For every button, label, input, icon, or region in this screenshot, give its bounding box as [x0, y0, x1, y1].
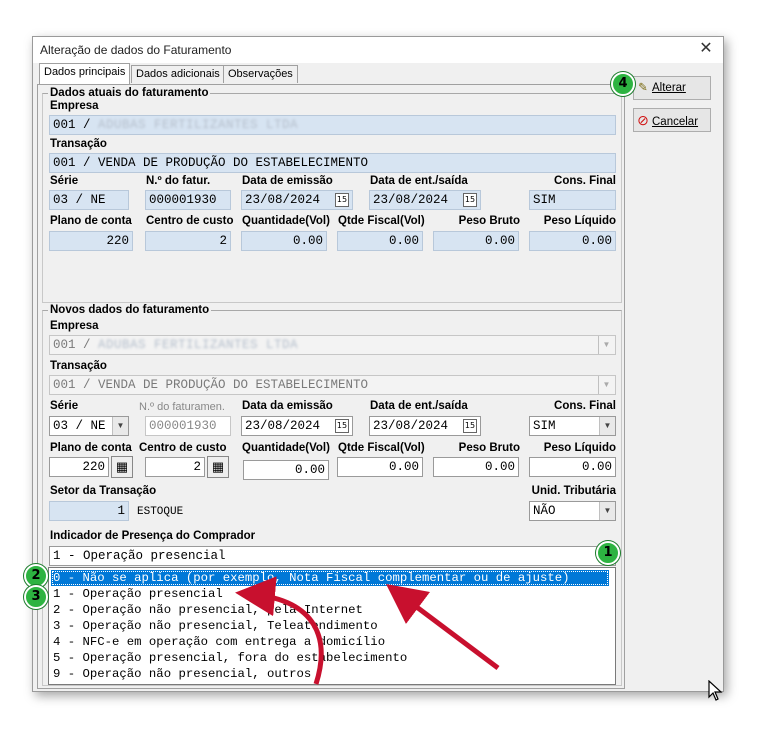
- calendar-icon[interactable]: 15: [463, 193, 477, 207]
- calendar-icon[interactable]: 15: [463, 419, 477, 433]
- nfaturamen-label: N.º do faturamen.: [139, 401, 225, 413]
- chevron-down-icon[interactable]: ▼: [112, 417, 128, 435]
- transacao-label: Transação: [50, 138, 107, 150]
- nfatur-label: N.º do fatur.: [146, 175, 211, 187]
- close-icon[interactable]: ✕: [695, 39, 717, 59]
- indicador-dropdown-list[interactable]: 0 - Não se aplica (por exemplo, Nota Fis…: [48, 567, 616, 685]
- new-group-title: Novos dados do faturamento: [48, 304, 212, 316]
- setor-description: ESTOQUE: [137, 506, 184, 518]
- tab-observacoes[interactable]: Observações: [223, 65, 298, 83]
- centro-label: Centro de custo: [139, 442, 227, 454]
- list-item[interactable]: 4 - NFC-e em operação com entrega a domi…: [51, 634, 609, 650]
- current-qtdvol-field: 0.00: [241, 231, 327, 251]
- list-item[interactable]: 3 - Operação não presencial, Teleatendim…: [51, 618, 609, 634]
- qtdvol-label: Quantidade(Vol): [242, 442, 330, 454]
- window-title: Alteração de dados do Faturamento: [40, 43, 232, 57]
- step-badge-4: 4: [611, 72, 635, 96]
- edit-icon: ✎: [638, 82, 648, 94]
- current-pesoliq-field: 0.00: [529, 231, 616, 251]
- redacted-company-name: ADUBAS FERTILIZANTES LTDA: [98, 118, 299, 132]
- qtdfiscal-label: Qtde Fiscal(Vol): [338, 215, 425, 227]
- current-transacao-field: 001 / VENDA DE PRODUÇÃO DO ESTABELECIMEN…: [49, 153, 616, 173]
- new-pesoliq-field[interactable]: 0.00: [529, 457, 616, 477]
- tab-dados-adicionais[interactable]: Dados adicionais: [131, 65, 225, 83]
- lookup-icon[interactable]: ▦: [207, 456, 229, 478]
- new-qtdfiscal-field[interactable]: 0.00: [337, 457, 423, 477]
- serie-label: Série: [50, 175, 79, 187]
- new-nfaturamen-field: 000001930: [145, 416, 231, 436]
- transacao-label: Transação: [50, 360, 107, 372]
- unid-label: Unid. Tributária: [531, 485, 616, 497]
- current-serie-field: 03 / NE: [49, 190, 129, 210]
- list-item[interactable]: 9 - Operação não presencial, outros: [51, 666, 609, 682]
- centro-label: Centro de custo: [146, 215, 234, 227]
- chevron-down-icon[interactable]: ▼: [598, 336, 614, 354]
- pesoliq-label: Peso Líquido: [543, 442, 616, 454]
- consfinal-label: Cons. Final: [554, 400, 616, 412]
- title-bar: Alteração de dados do Faturamento ✕: [33, 37, 723, 63]
- new-transacao-select[interactable]: 001 / VENDA DE PRODUÇÃO DO ESTABELECIMEN…: [49, 375, 616, 395]
- plano-label: Plano de conta: [50, 215, 132, 227]
- new-empresa-select[interactable]: 001 / ADUBAS FERTILIZANTES LTDA: [49, 335, 616, 355]
- emissao-label: Data da emissão: [242, 400, 333, 412]
- step-badge-3: 3: [24, 585, 48, 609]
- list-item[interactable]: 2 - Operação não presencial, pela Intern…: [51, 602, 609, 618]
- alterar-button[interactable]: ✎ Alterar: [633, 76, 711, 100]
- mouse-cursor-icon: [708, 680, 723, 701]
- indicador-select[interactable]: 1 - Operação presencial: [49, 546, 616, 566]
- current-group-title: Dados atuais do faturamento: [48, 87, 211, 99]
- indicador-label: Indicador de Presença do Comprador: [50, 530, 256, 542]
- chevron-down-icon[interactable]: ▼: [599, 417, 615, 435]
- chevron-down-icon[interactable]: ▼: [598, 376, 614, 394]
- current-empresa-field: 001 / ADUBAS FERTILIZANTES LTDA: [49, 115, 616, 135]
- emissao-label: Data de emissão: [242, 175, 333, 187]
- cancelar-button[interactable]: ⊘ Cancelar: [633, 108, 711, 132]
- empresa-label: Empresa: [50, 320, 99, 332]
- new-plano-field[interactable]: 220: [49, 457, 109, 477]
- entsaida-label: Data de ent./saída: [370, 175, 468, 187]
- current-centro-field: 2: [145, 231, 231, 251]
- serie-label: Série: [50, 400, 79, 412]
- new-pesobruto-field[interactable]: 0.00: [433, 457, 519, 477]
- calendar-icon[interactable]: 15: [335, 419, 349, 433]
- new-centro-field[interactable]: 2: [145, 457, 205, 477]
- list-item[interactable]: 0 - Não se aplica (por exemplo, Nota Fis…: [51, 570, 609, 586]
- pesobruto-label: Peso Bruto: [458, 215, 520, 227]
- step-badge-1: 1: [596, 541, 620, 565]
- redacted-company-name: ADUBAS FERTILIZANTES LTDA: [98, 338, 299, 352]
- new-qtdvol-field[interactable]: 0.00: [243, 460, 329, 480]
- calendar-icon[interactable]: 15: [335, 193, 349, 207]
- chevron-down-icon[interactable]: ▼: [599, 502, 615, 520]
- entsaida-label: Data de ent./saída: [370, 400, 468, 412]
- empresa-label: Empresa: [50, 100, 99, 112]
- pesoliq-label: Peso Líquido: [543, 215, 616, 227]
- tab-dados-principais[interactable]: Dados principais: [39, 63, 131, 84]
- setor-label: Setor da Transação: [50, 485, 157, 497]
- qtdvol-label: Quantidade(Vol): [242, 215, 330, 227]
- current-pesobruto-field: 0.00: [433, 231, 519, 251]
- lookup-icon[interactable]: ▦: [111, 456, 133, 478]
- current-nfatur-field: 000001930: [145, 190, 231, 210]
- cancel-icon: ⊘: [637, 112, 649, 128]
- plano-label: Plano de conta: [50, 442, 132, 454]
- current-plano-field: 220: [49, 231, 133, 251]
- setor-field: 1: [49, 501, 129, 521]
- qtdfiscal-label: Qtde Fiscal(Vol): [338, 442, 425, 454]
- current-qtdfiscal-field: 0.00: [337, 231, 423, 251]
- consfinal-label: Cons. Final: [554, 175, 616, 187]
- list-item[interactable]: 5 - Operação presencial, fora do estabel…: [51, 650, 609, 666]
- pesobruto-label: Peso Bruto: [458, 442, 520, 454]
- list-item[interactable]: 1 - Operação presencial: [51, 586, 609, 602]
- current-consfinal-field: SIM: [529, 190, 616, 210]
